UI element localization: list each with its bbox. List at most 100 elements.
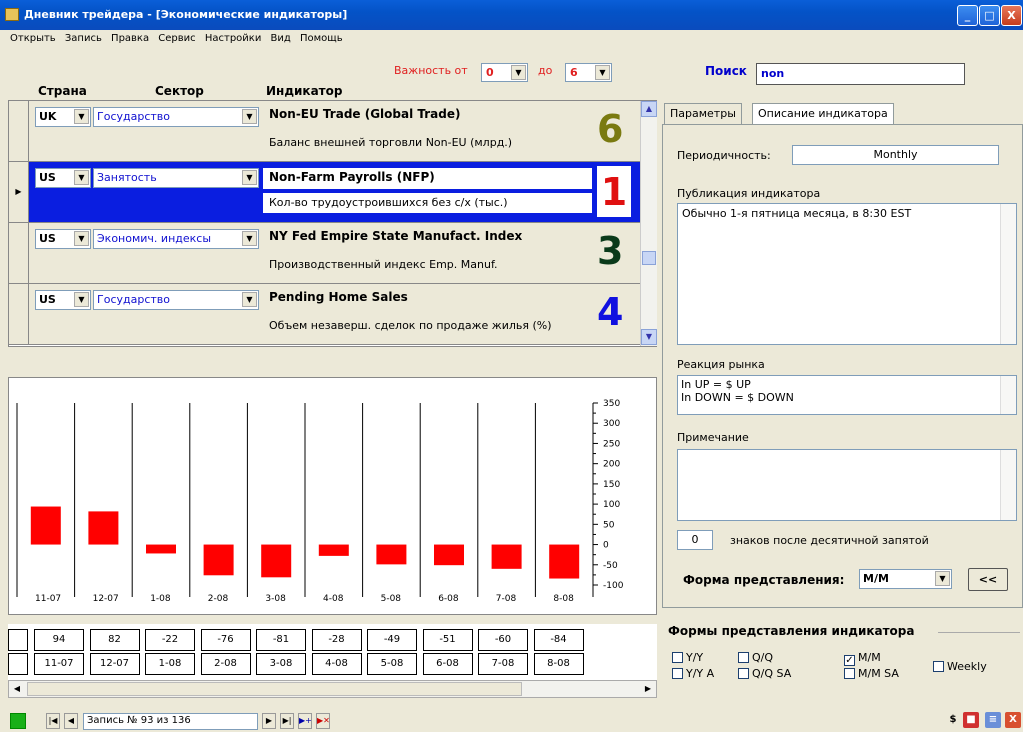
menu-help[interactable]: Помощь	[297, 30, 346, 44]
prev-record-icon[interactable]: ◀	[64, 713, 78, 729]
scroll-right-icon[interactable]: ▶	[640, 681, 656, 697]
menu-record[interactable]: Запись	[62, 30, 105, 44]
form-checkbox[interactable]: Q/Q	[738, 651, 773, 664]
menu-service[interactable]: Сервис	[155, 30, 198, 44]
parameters-panel: Периодичность: Monthly Публикация индика…	[662, 124, 1023, 608]
period-cell: 1-08	[145, 653, 195, 675]
period-cell: 3-08	[256, 653, 306, 675]
publication-field[interactable]: Обычно 1-я пятница месяца, в 8:30 EST	[677, 203, 1017, 345]
scroll-thumb[interactable]	[27, 682, 522, 696]
periodicity-field[interactable]: Monthly	[792, 145, 999, 165]
bookmark-icon[interactable]: ■	[963, 712, 979, 728]
value-cell: -60	[478, 629, 528, 651]
form-checkbox-label: Q/Q	[752, 651, 774, 664]
delete-record-icon[interactable]: ▶✕	[316, 713, 330, 729]
indicator-name: Pending Home Sales	[269, 290, 408, 304]
tab-description[interactable]: Описание индикатора	[752, 103, 894, 125]
x-tick-label: 12-07	[93, 594, 119, 604]
close-button[interactable]: X	[1001, 5, 1022, 26]
scroll-up-icon[interactable]: ▲	[641, 101, 657, 117]
y-tick-label: -50	[603, 561, 618, 571]
scroll-left-icon[interactable]: ◀	[9, 681, 25, 697]
x-tick-label: 11-07	[35, 594, 61, 604]
decimals-field[interactable]: 0	[677, 530, 713, 550]
checkbox-icon	[738, 668, 749, 679]
sector-select[interactable]: Государство ▼	[93, 290, 259, 310]
country-select[interactable]: US ▼	[35, 168, 91, 188]
importance-to-value: 6	[570, 66, 578, 79]
chevron-down-icon: ▼	[74, 231, 89, 246]
table-scrollbar[interactable]: ◀ ▶	[8, 680, 657, 698]
reaction-field[interactable]: In UP = $ UP In DOWN = $ DOWN	[677, 375, 1017, 415]
scroll-down-icon[interactable]: ▼	[641, 329, 657, 345]
add-record-icon[interactable]: ▶+	[298, 713, 312, 729]
row-selector[interactable]: ▶	[9, 162, 29, 222]
menu-view[interactable]: Вид	[268, 30, 294, 44]
decimals-label: знаков после десятичной запятой	[730, 534, 929, 547]
last-record-icon[interactable]: ▶|	[280, 713, 294, 729]
sector-select[interactable]: Государство ▼	[93, 107, 259, 127]
form-checkbox[interactable]: ✓ M/M	[844, 651, 881, 666]
note-scrollbar[interactable]	[1000, 450, 1016, 520]
row-selector[interactable]	[9, 101, 29, 161]
chevron-down-icon: ▼	[511, 65, 526, 80]
row-selector[interactable]	[9, 284, 29, 344]
menu-settings[interactable]: Настройки	[202, 30, 264, 44]
exit-icon[interactable]: X	[1005, 712, 1021, 728]
indicator-row[interactable]: UK ▼ Государство ▼ Non-EU Trade (Global Trad…	[9, 101, 640, 162]
search-input[interactable]: non	[756, 63, 965, 85]
indicator-row[interactable]: US ▼ Государство ▼ Pending Home Sales Объем н…	[9, 284, 640, 345]
scroll-thumb[interactable]	[642, 251, 656, 265]
value-cell: -51	[422, 629, 473, 651]
collapse-button[interactable]: <<	[968, 568, 1008, 591]
period-cell: 8-08	[533, 653, 584, 675]
country-select[interactable]: US ▼	[35, 229, 91, 249]
next-record-icon[interactable]: ▶	[262, 713, 276, 729]
first-record-icon[interactable]: |◀	[46, 713, 60, 729]
period-cell: 11-07	[34, 653, 84, 675]
list-scrollbar[interactable]: ▲ ▼	[640, 101, 657, 346]
country-select[interactable]: UK ▼	[35, 107, 91, 127]
status-indicator-icon	[10, 713, 26, 729]
publication-scrollbar[interactable]	[1000, 204, 1016, 344]
tab-parameters[interactable]: Параметры	[664, 103, 742, 125]
importance-badge: 6	[597, 107, 624, 151]
row-selector[interactable]	[9, 223, 29, 283]
form-checkbox[interactable]: Y/Y	[672, 651, 703, 664]
restore-button[interactable]: □	[979, 5, 1000, 26]
y-tick-label: 50	[603, 520, 615, 530]
x-tick-label: 7-08	[496, 594, 517, 604]
sector-select[interactable]: Экономич. индексы ▼	[93, 229, 259, 249]
currency-icon[interactable]: $	[945, 712, 961, 728]
y-tick-label: -100	[603, 581, 624, 591]
forms-group-divider	[938, 632, 1020, 633]
menu-open[interactable]: Открыть	[0, 30, 59, 44]
forms-group-title: Формы представления индикатора	[668, 624, 915, 638]
menu-edit[interactable]: Правка	[108, 30, 152, 44]
importance-from-select[interactable]: 0 ▼	[481, 63, 528, 82]
form-checkbox-label: Y/Y A	[686, 667, 715, 680]
form-checkbox[interactable]: Y/Y A	[672, 667, 714, 680]
form-checkbox[interactable]: Q/Q SA	[738, 667, 791, 680]
search-label: Поиск	[705, 64, 747, 78]
form-select[interactable]: M/M ▼	[859, 569, 952, 589]
importance-badge: 4	[597, 290, 624, 334]
form-checkbox[interactable]: M/M SA	[844, 667, 899, 680]
period-cell: 7-08	[478, 653, 528, 675]
form-checkbox[interactable]: Weekly	[933, 660, 987, 673]
indicator-description: Объем незаверш. сделок по продаже жилья …	[269, 319, 552, 332]
indicator-name: Non-Farm Payrolls (NFP)	[261, 166, 594, 191]
country-value: US	[39, 171, 56, 184]
publication-text: Обычно 1-я пятница месяца, в 8:30 EST	[682, 207, 912, 220]
x-tick-label: 3-08	[265, 594, 286, 604]
reaction-scrollbar[interactable]	[1000, 376, 1016, 414]
note-field[interactable]	[677, 449, 1017, 521]
notes-icon[interactable]: ≡	[985, 712, 1001, 728]
indicator-row[interactable]: ▶ US ▼ Занятость ▼ Non-Farm Payrolls (NFP) Кол…	[9, 162, 640, 223]
importance-to-select[interactable]: 6 ▼	[565, 63, 612, 82]
sector-select[interactable]: Занятость ▼	[93, 168, 259, 188]
sector-value: Занятость	[97, 171, 157, 184]
indicator-row[interactable]: US ▼ Экономич. индексы ▼ NY Fed Empire State…	[9, 223, 640, 284]
minimize-button[interactable]: _	[957, 5, 978, 26]
country-select[interactable]: US ▼	[35, 290, 91, 310]
